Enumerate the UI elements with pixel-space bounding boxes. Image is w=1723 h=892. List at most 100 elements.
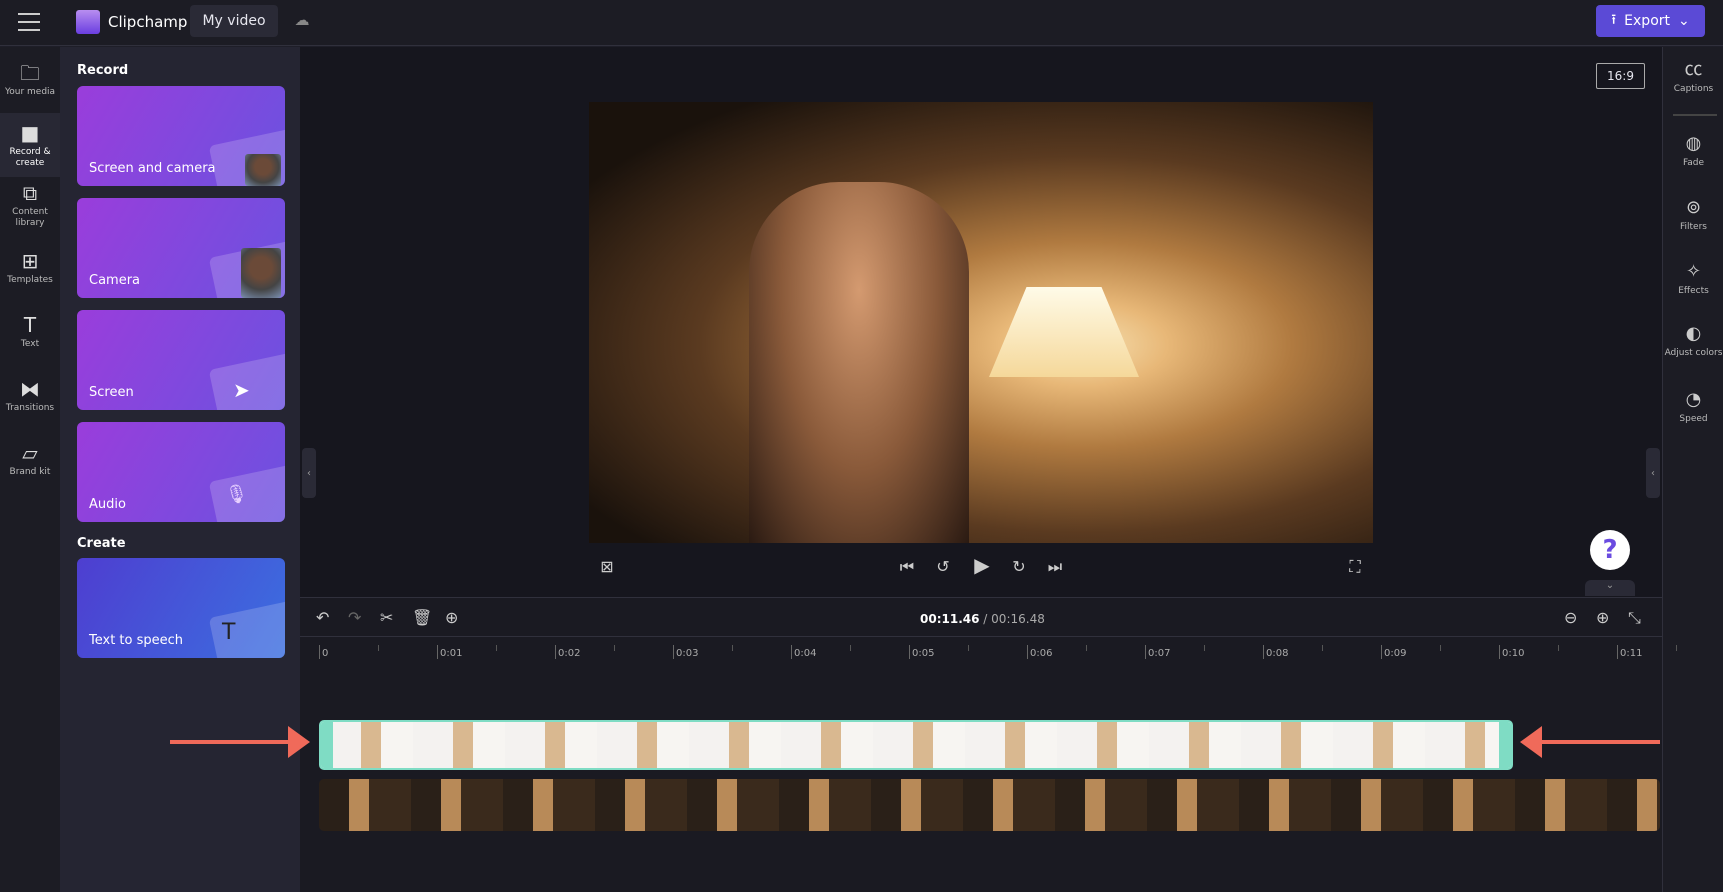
project-title[interactable]: My video <box>190 5 278 37</box>
fade-icon: ◍ <box>1685 133 1702 154</box>
arrow-head-left <box>1520 726 1542 758</box>
collapse-left-panel-button[interactable]: ‹ <box>302 448 316 498</box>
nav-label: Content library <box>12 207 48 228</box>
nav-record-create[interactable]: ■ Record & create <box>0 113 60 177</box>
upload-icon: ⭱ <box>1611 12 1617 28</box>
play-icon[interactable]: ▶ <box>971 553 993 577</box>
card-screen[interactable]: ➤ Screen <box>77 310 285 410</box>
filters-icon: ⊚ <box>1685 197 1702 218</box>
cc-icon: ㏄ <box>1684 59 1703 80</box>
export-label: Export <box>1624 13 1670 29</box>
forward-5-icon[interactable]: ↻ <box>1008 557 1030 576</box>
transitions-icon: ⧓ <box>20 377 40 401</box>
ruler-tick: 0:05 <box>909 645 934 659</box>
ruler-tick: 0:11 <box>1617 645 1642 659</box>
arrow-annotation-left <box>170 740 300 744</box>
time-ruler[interactable]: 0 0:01 0:02 0:03 0:04 0:05 0:06 0:07 0:08 0:09 0:1… <box>300 636 1677 662</box>
ruler-tick: 0:02 <box>555 645 580 659</box>
singer <box>749 182 969 543</box>
templates-icon: ⊞ <box>21 249 39 273</box>
help-button[interactable]: ? <box>1590 530 1630 570</box>
right-properties-panel: ㏄ Captions ◍ Fade ⊚ Filters ✧ Effects ◐ Adjus… <box>1662 47 1723 892</box>
ruler-tick: 0:08 <box>1263 645 1288 659</box>
nav-text[interactable]: T Text <box>0 313 60 369</box>
nav-label: Your media <box>4 87 56 97</box>
effects-button[interactable]: ✧ Effects <box>1663 261 1723 297</box>
nav-content-library[interactable]: ⧉ Content library <box>0 181 60 241</box>
rewind-5-icon[interactable]: ↺ <box>932 557 954 576</box>
card-text-to-speech[interactable]: T Text to speech <box>77 558 285 658</box>
chevron-down-icon: ⌄ <box>1678 13 1690 29</box>
webcam-thumbnail <box>245 154 281 186</box>
nav-templates[interactable]: ⊞ Templates <box>0 249 60 305</box>
aspect-ratio-button[interactable]: 16:9 <box>1596 63 1645 89</box>
right-label: Captions <box>1673 84 1714 94</box>
trim-handle-left[interactable] <box>321 722 333 768</box>
delete-icon[interactable]: 🗑 <box>412 608 432 627</box>
cut-icon[interactable]: ✂ <box>380 608 393 627</box>
ruler-tick: 0 <box>319 645 328 659</box>
playback-time: 00:11.46 / 00:16.48 <box>920 612 1045 626</box>
clipchamp-logo <box>76 10 100 34</box>
arrow-head-right <box>288 726 310 758</box>
camera-off-icon[interactable]: ⊠ <box>596 557 618 576</box>
redo-icon[interactable]: ↷ <box>348 608 361 627</box>
card-label: Audio <box>89 497 126 512</box>
nav-your-media[interactable]: 🗀 Your media <box>0 55 60 113</box>
divider <box>1673 114 1717 116</box>
right-label: Fade <box>1682 158 1705 168</box>
fade-button[interactable]: ◍ Fade <box>1663 133 1723 169</box>
captions-button[interactable]: ㏄ Captions <box>1663 59 1723 95</box>
create-heading: Create <box>77 536 126 551</box>
ruler-minor-tick <box>614 645 615 651</box>
record-heading: Record <box>77 63 129 78</box>
add-media-icon[interactable]: ⊕ <box>445 608 458 627</box>
ruler-tick: 0:09 <box>1381 645 1406 659</box>
arrow-annotation-right <box>1540 740 1660 744</box>
fit-timeline-icon[interactable]: ⤡ <box>1628 608 1641 628</box>
card-screen-and-camera[interactable]: Screen and camera <box>77 86 285 186</box>
ruler-tick: 0:01 <box>437 645 462 659</box>
card-audio[interactable]: 🎙 Audio <box>77 422 285 522</box>
main-video-clip[interactable] <box>319 779 1660 831</box>
text-icon: T <box>222 620 236 645</box>
brand-kit-icon: ▱ <box>22 441 38 465</box>
filters-button[interactable]: ⊚ Filters <box>1663 197 1723 233</box>
speed-button[interactable]: ◔ Speed <box>1663 389 1723 425</box>
collapse-right-panel-button[interactable]: ‹ <box>1646 448 1660 498</box>
adjust-colors-icon: ◐ <box>1685 323 1702 344</box>
nav-brand-kit[interactable]: ▱ Brand kit <box>0 441 60 497</box>
ruler-minor-tick <box>1558 645 1559 651</box>
export-button[interactable]: ⭱ Export ⌄ <box>1596 5 1705 37</box>
nav-label: Brand kit <box>9 467 51 477</box>
skip-back-icon[interactable]: ⏮ <box>896 557 918 577</box>
text-icon: T <box>23 313 37 337</box>
adjust-colors-button[interactable]: ◐ Adjust colors <box>1663 323 1723 359</box>
ruler-minor-tick <box>496 645 497 651</box>
fullscreen-icon[interactable]: ⛶ <box>1344 557 1366 577</box>
ruler-tick: 0:03 <box>673 645 698 659</box>
ruler-minor-tick <box>1204 645 1205 651</box>
nav-transitions[interactable]: ⧓ Transitions <box>0 377 60 433</box>
trim-handle-right[interactable] <box>1499 722 1511 768</box>
nav-label: Text <box>20 339 40 349</box>
left-nav: 🗀 Your media ■ Record & create ⧉ Content li… <box>0 47 60 892</box>
top-bar: Clipchamp My video ☁ ⭱ Export ⌄ <box>0 0 1723 46</box>
skip-forward-icon[interactable]: ⏭ <box>1044 557 1066 577</box>
collapse-timeline-button[interactable]: ⌄ <box>1585 580 1635 596</box>
ruler-minor-tick <box>850 645 851 651</box>
total-time: 00:16.48 <box>991 612 1045 626</box>
time-separator: / <box>983 612 988 626</box>
microphone-icon: 🎙 <box>225 484 248 505</box>
undo-icon[interactable]: ↶ <box>316 608 329 627</box>
right-label: Speed <box>1679 414 1708 424</box>
ruler-tick: 0:06 <box>1027 645 1052 659</box>
zoom-in-icon[interactable]: ⊕ <box>1596 608 1609 627</box>
card-camera[interactable]: Camera <box>77 198 285 298</box>
hamburger-menu-icon[interactable] <box>18 13 40 31</box>
cloud-off-icon[interactable]: ☁ <box>290 11 314 33</box>
nav-label: Transitions <box>5 403 55 413</box>
cursor-icon: ➤ <box>233 378 250 402</box>
zoom-out-icon[interactable]: ⊖ <box>1564 608 1577 627</box>
overlay-video-clip[interactable] <box>319 720 1513 770</box>
